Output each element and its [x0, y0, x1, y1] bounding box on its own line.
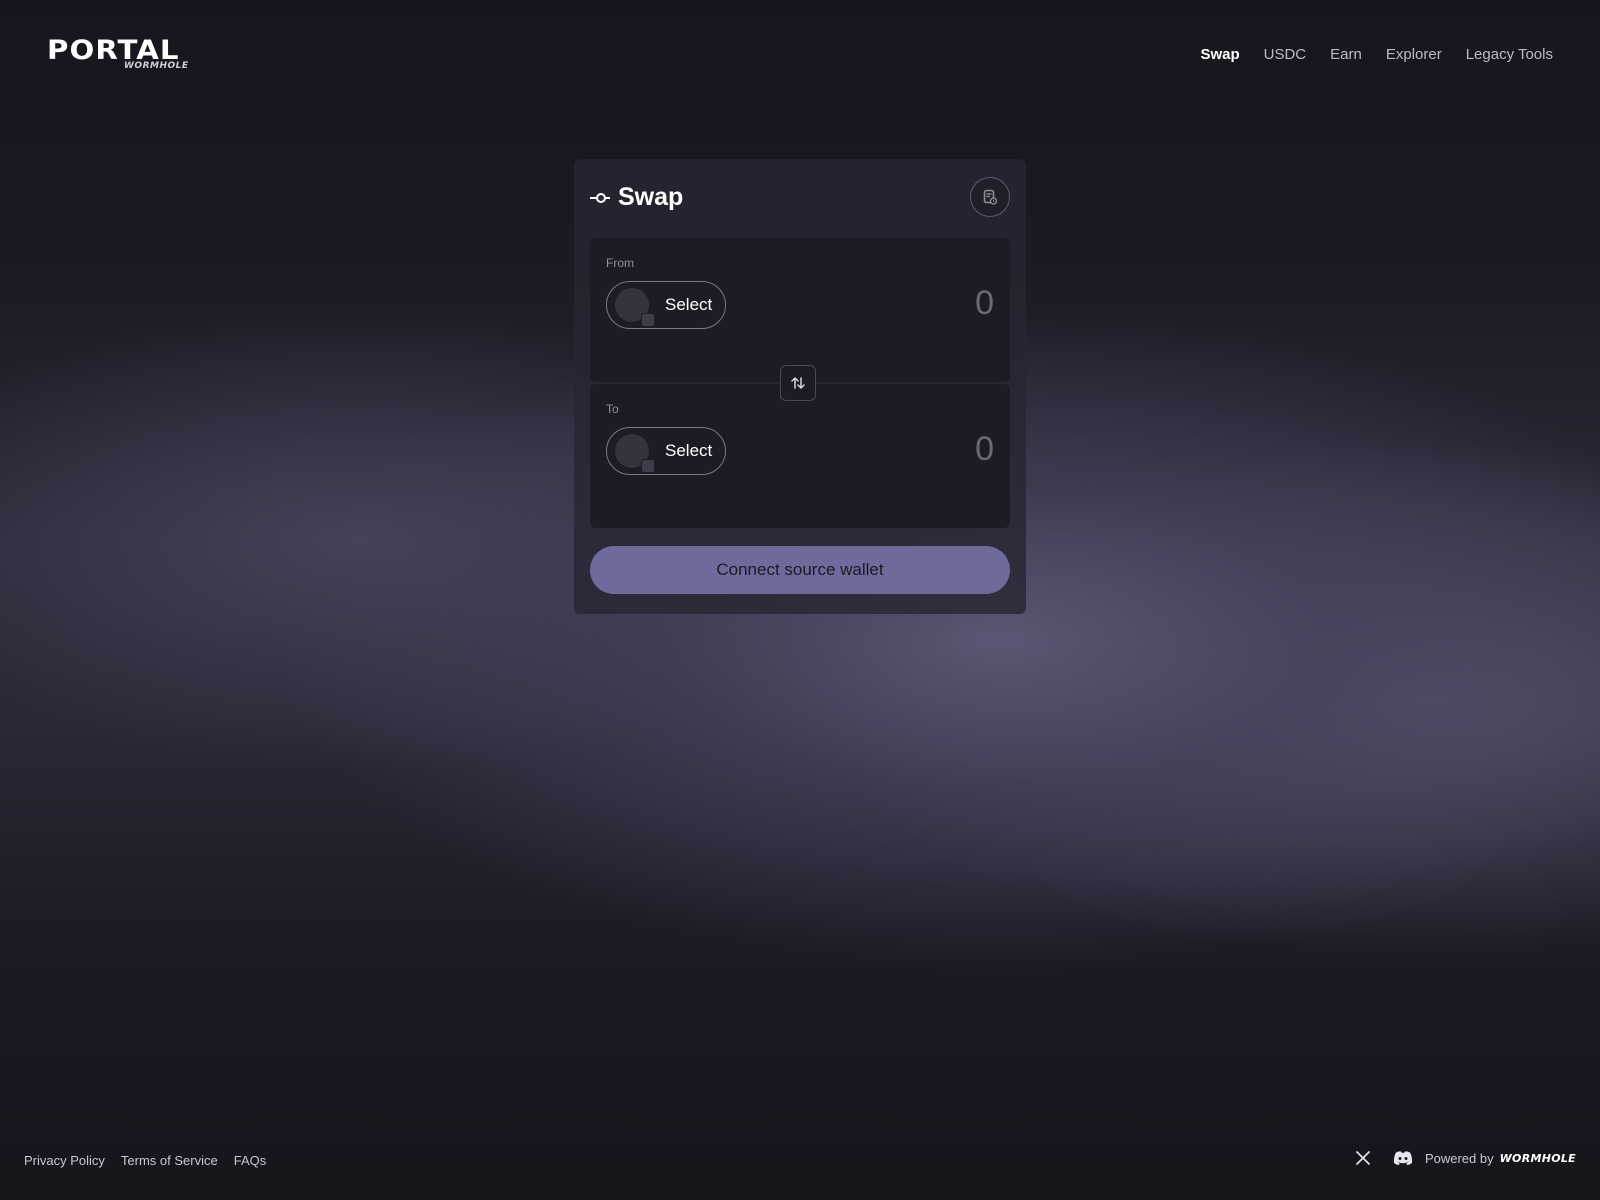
terms-of-service-link[interactable]: Terms of Service: [121, 1153, 218, 1168]
privacy-policy-link[interactable]: Privacy Policy: [24, 1153, 105, 1168]
footer-links: Privacy Policy Terms of Service FAQs: [24, 1153, 266, 1168]
swap-direction-button[interactable]: [780, 365, 816, 401]
x-icon: [1355, 1150, 1371, 1166]
transaction-history-button[interactable]: [970, 177, 1010, 217]
to-select-label: Select: [665, 441, 713, 460]
swap-title: Swap: [618, 183, 684, 211]
main-nav: Swap USDC Earn Explorer Legacy Tools: [1200, 46, 1553, 63]
connect-source-wallet-button[interactable]: Connect source wallet: [590, 546, 1010, 594]
discord-icon: [1393, 1151, 1413, 1165]
from-select-label: Select: [665, 295, 713, 314]
from-label: From: [606, 256, 634, 270]
swap-card-header: Swap: [590, 183, 683, 212]
to-amount-input[interactable]: 0: [854, 430, 994, 469]
footer-social: Powered by WORMHOLE: [1355, 1150, 1576, 1166]
faqs-link[interactable]: FAQs: [234, 1153, 267, 1168]
portal-logo[interactable]: PORTAL WORMHOLE: [47, 37, 188, 71]
discord-link[interactable]: [1393, 1150, 1413, 1166]
swap-commit-icon: [590, 191, 610, 205]
nav-usdc[interactable]: USDC: [1264, 46, 1307, 63]
wormhole-brand[interactable]: WORMHOLE: [1500, 1152, 1576, 1165]
transaction-history-icon: [983, 189, 998, 205]
swap-arrows-icon: [791, 377, 805, 389]
to-label: To: [606, 402, 619, 416]
powered-by-text: Powered by: [1424, 1150, 1494, 1166]
nav-legacy-tools[interactable]: Legacy Tools: [1466, 46, 1553, 63]
swap-card: Swap From Select 0 To Select 0 Connect s…: [574, 159, 1026, 614]
logo-subtitle: WORMHOLE: [124, 61, 189, 71]
to-token-select-button[interactable]: Select: [606, 427, 726, 475]
token-placeholder-icon: [615, 434, 655, 473]
nav-swap[interactable]: Swap: [1200, 46, 1239, 63]
from-token-select-button[interactable]: Select: [606, 281, 726, 329]
from-panel: From Select 0: [590, 238, 1010, 382]
to-panel: To Select 0: [590, 384, 1010, 528]
x-link[interactable]: [1355, 1150, 1371, 1166]
nav-explorer[interactable]: Explorer: [1386, 46, 1442, 63]
nav-earn[interactable]: Earn: [1330, 46, 1362, 63]
token-placeholder-icon: [615, 288, 655, 327]
from-amount-input[interactable]: 0: [854, 284, 994, 323]
